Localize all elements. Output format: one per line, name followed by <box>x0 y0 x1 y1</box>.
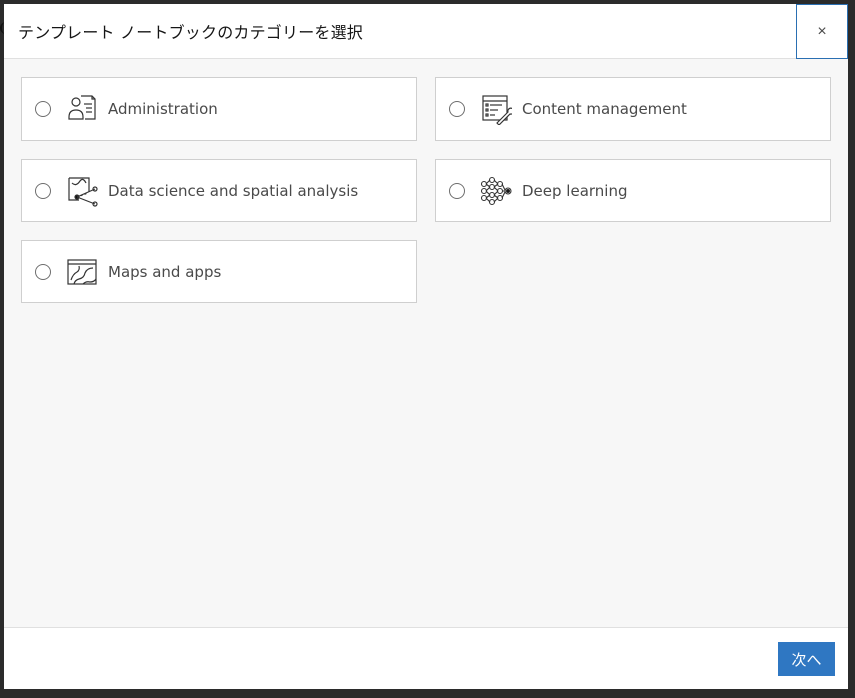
administration-icon <box>65 92 99 126</box>
content-management-icon <box>479 92 513 126</box>
category-grid: Administration Content management Data s… <box>21 77 831 303</box>
category-label: Administration <box>108 100 218 118</box>
maps-and-apps-icon <box>65 255 99 289</box>
category-card-deep-learning[interactable]: Deep learning <box>435 159 831 222</box>
close-button[interactable]: × <box>796 4 848 59</box>
category-label: Deep learning <box>522 181 628 200</box>
category-card-administration[interactable]: Administration <box>21 77 417 141</box>
dialog-title: テンプレート ノートブックのカテゴリーを選択 <box>18 23 364 42</box>
radio-button[interactable] <box>35 182 51 199</box>
category-card-content-management[interactable]: Content management <box>435 77 831 141</box>
radio-button[interactable] <box>449 182 465 199</box>
data-science-icon <box>65 174 99 208</box>
category-label: Content management <box>522 100 687 118</box>
dialog-header: テンプレート ノートブックのカテゴリーを選択 × <box>4 4 848 59</box>
category-label: Maps and apps <box>108 262 222 281</box>
deep-learning-icon <box>479 174 513 208</box>
dialog-footer: 次へ <box>4 627 848 689</box>
close-icon: × <box>817 22 827 40</box>
category-dialog: テンプレート ノートブックのカテゴリーを選択 × Administration … <box>4 4 848 689</box>
category-card-data-science[interactable]: Data science and spatial analysis <box>21 159 417 222</box>
radio-button[interactable] <box>449 101 465 117</box>
dialog-body: Administration Content management Data s… <box>4 59 848 627</box>
next-button[interactable]: 次へ <box>778 642 835 676</box>
category-label: Data science and spatial analysis <box>108 181 359 200</box>
radio-button[interactable] <box>35 101 51 117</box>
radio-button[interactable] <box>35 263 51 280</box>
category-card-maps-and-apps[interactable]: Maps and apps <box>21 240 417 303</box>
